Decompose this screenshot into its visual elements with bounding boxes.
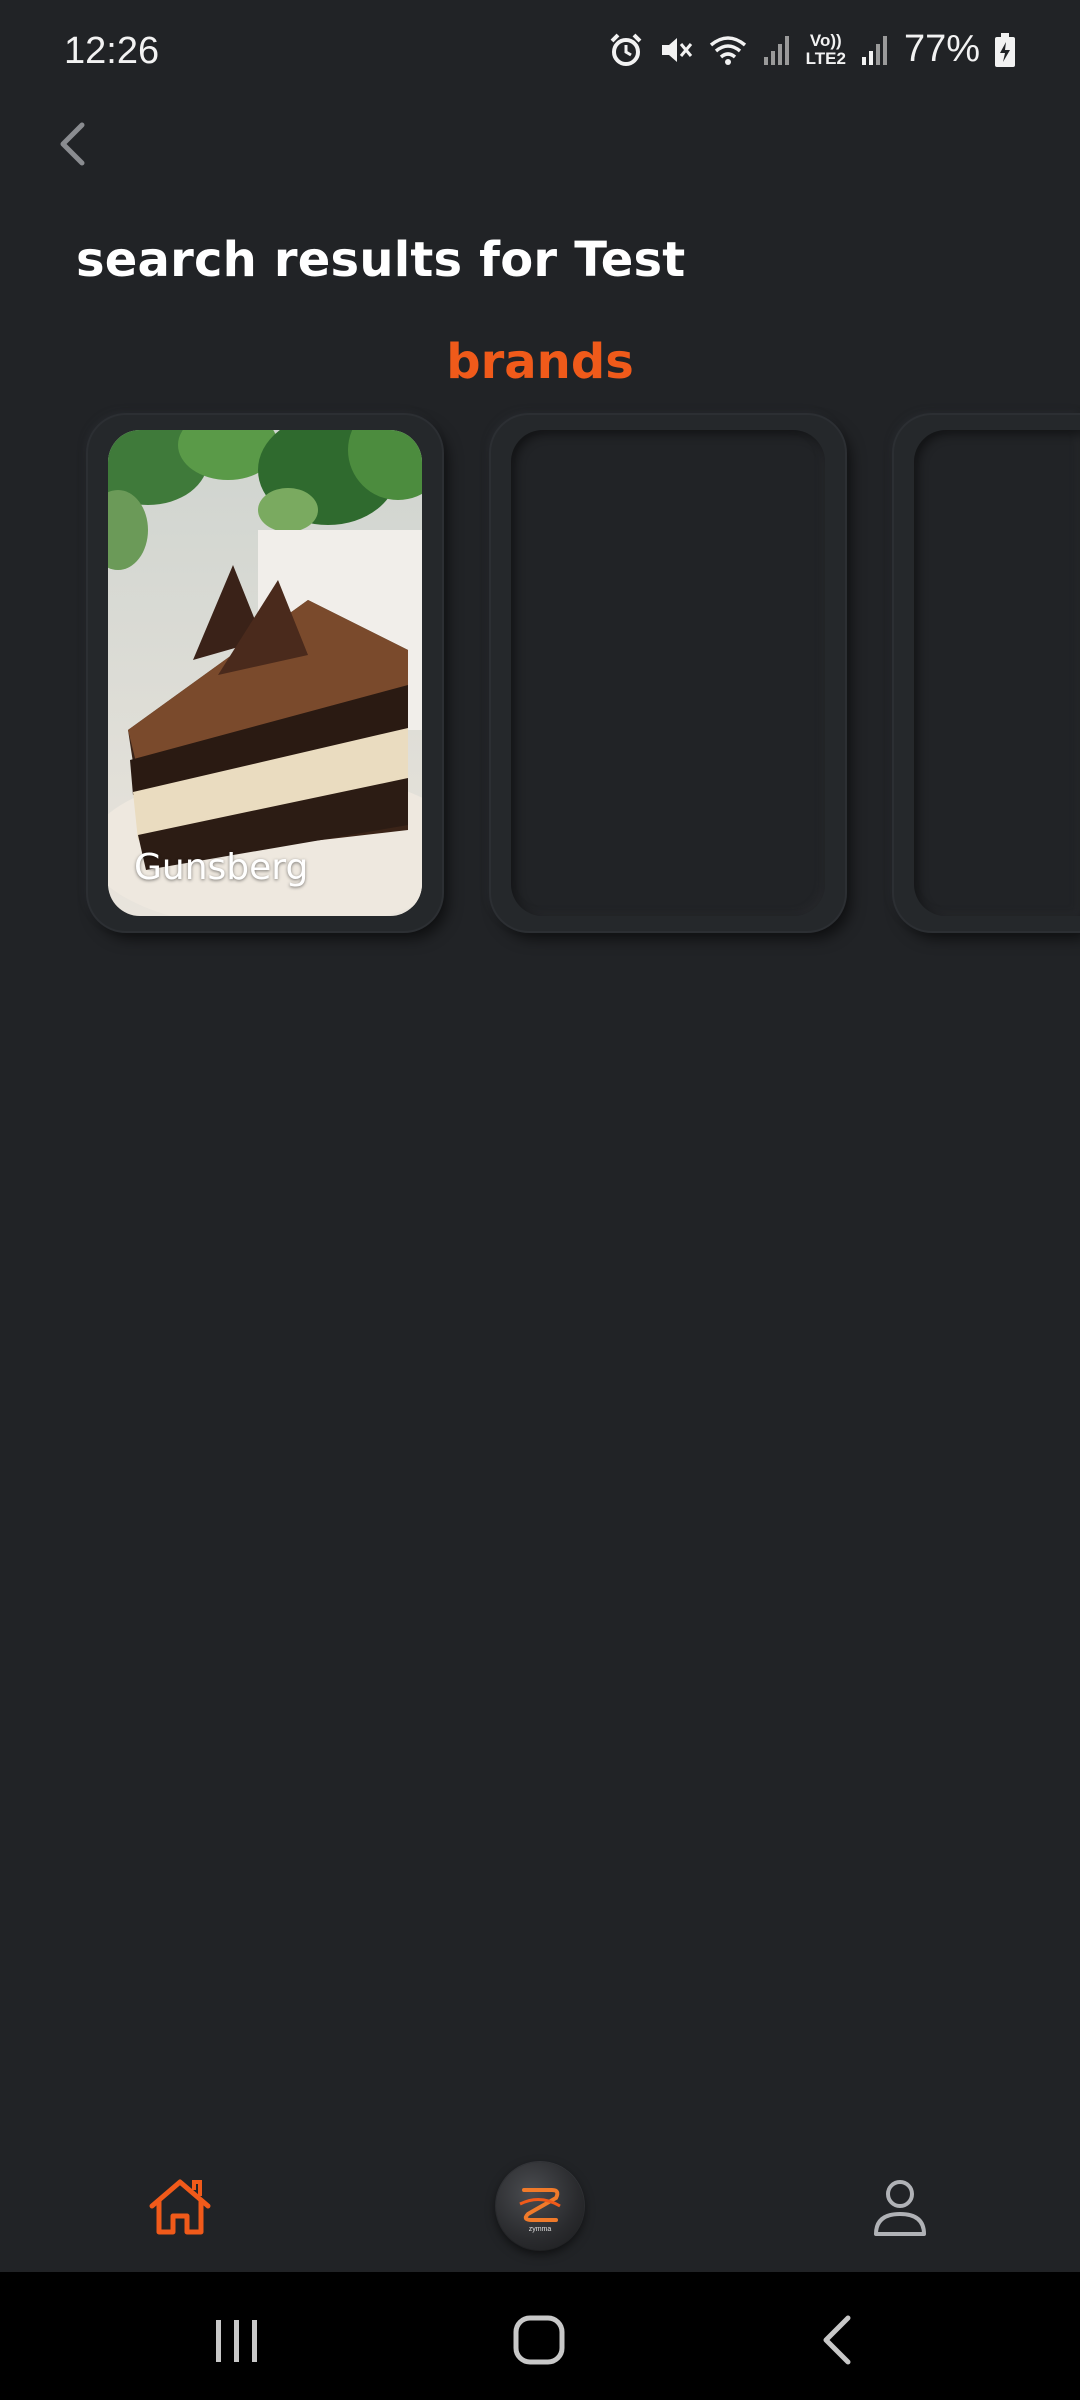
- alarm-icon: [610, 33, 642, 66]
- back-button[interactable]: [44, 112, 100, 176]
- recent-apps-icon[interactable]: [206, 2318, 266, 2364]
- brand-card-placeholder-inner: [511, 430, 825, 916]
- brand-card-placeholder[interactable]: [894, 415, 1080, 931]
- system-back-icon[interactable]: [818, 2314, 858, 2366]
- signal-icon-2: [861, 35, 887, 65]
- screen: 12:26 Vo)) LTE2 77% search results for T…: [0, 0, 1080, 2400]
- signal-icon-1: [763, 35, 789, 65]
- brand-card-placeholder-inner: [914, 430, 1080, 916]
- status-time: 12:26: [64, 30, 160, 72]
- cake-image: [108, 430, 422, 916]
- app-logo-icon: zymma: [519, 2188, 561, 2233]
- brand-card[interactable]: Gunsberg: [88, 415, 442, 931]
- nav-profile-button[interactable]: [870, 2176, 930, 2240]
- page-title: search results for Test: [76, 232, 686, 288]
- chevron-left-icon: [60, 122, 85, 166]
- brand-card-name: Gunsberg: [134, 847, 309, 888]
- logo-text: zymma: [529, 2226, 552, 2233]
- bottom-nav: zymma: [0, 2124, 1080, 2272]
- mute-icon: [661, 37, 692, 62]
- home-icon: [149, 2179, 211, 2235]
- brand-card-placeholder[interactable]: [491, 415, 845, 931]
- brand-card-image: Gunsberg: [108, 430, 422, 916]
- battery-percent: 77%: [903, 28, 980, 70]
- system-nav-bar: [0, 2272, 1080, 2400]
- status-icons: Vo)) LTE2 77%: [608, 28, 1016, 71]
- volte-label: Vo)): [809, 30, 842, 50]
- nav-home-button[interactable]: [146, 2176, 214, 2238]
- person-icon: [874, 2180, 926, 2236]
- nav-center-logo-button[interactable]: zymma: [496, 2162, 584, 2250]
- battery-charging-icon: [995, 32, 1015, 67]
- lte-label: LTE2: [805, 48, 846, 68]
- status-bar: 12:26 Vo)) LTE2 77%: [0, 0, 1080, 110]
- system-home-icon[interactable]: [510, 2314, 570, 2366]
- lte-indicator: Vo)) LTE2: [805, 30, 846, 68]
- wifi-icon: [709, 35, 746, 65]
- section-title-brands: brands: [446, 334, 634, 390]
